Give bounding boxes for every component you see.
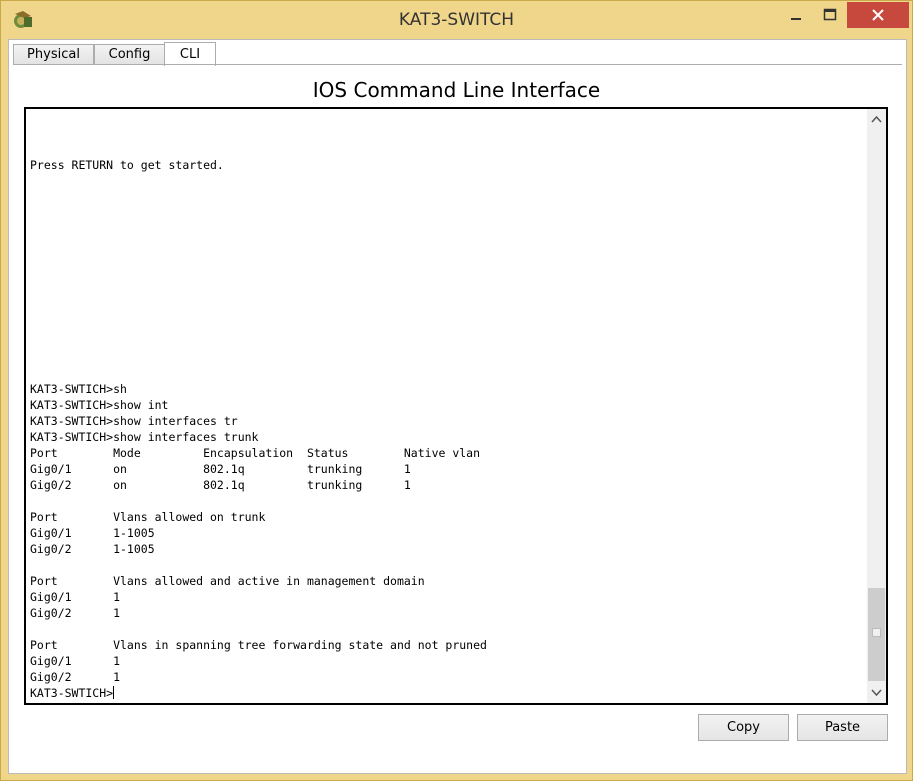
terminal-line: Port Vlans allowed and active in managem… [30, 574, 425, 588]
terminal-line: KAT3-SWTICH>sh [30, 382, 127, 396]
terminal-line: Port Vlans in spanning tree forwarding s… [30, 638, 487, 652]
tab-divider [13, 64, 902, 65]
terminal-line: Gig0/2 1 [30, 606, 121, 620]
tab-cli[interactable]: CLI [164, 42, 216, 66]
maximize-icon [823, 8, 837, 21]
close-icon [872, 9, 884, 21]
terminal-line: Gig0/1 1-1005 [30, 526, 155, 540]
terminal-line: Press RETURN to get started. [30, 158, 224, 172]
terminal-line: Gig0/1 on 802.1q trunking 1 [30, 462, 411, 476]
tab-config[interactable]: Config [94, 44, 165, 65]
cli-terminal[interactable]: Press RETURN to get started. KAT3-SWTICH>… [24, 107, 888, 705]
vertical-scrollbar[interactable] [867, 109, 886, 703]
tab-physical[interactable]: Physical [13, 44, 94, 65]
page-title: IOS Command Line Interface [312, 78, 601, 102]
terminal-line: Gig0/2 1-1005 [30, 542, 155, 556]
client-area: Physical Config CLI IOS Command Line Int… [8, 39, 907, 774]
title-bar[interactable]: KAT3-SWITCH [1, 1, 912, 39]
minimize-button[interactable] [779, 2, 813, 28]
text-cursor [113, 686, 115, 699]
minimize-icon [791, 18, 801, 20]
scrollbar-thumb[interactable] [868, 588, 885, 681]
terminal-line: KAT3-SWTICH>show interfaces tr [30, 414, 238, 428]
maximize-button[interactable] [813, 2, 847, 28]
terminal-output[interactable]: Press RETURN to get started. KAT3-SWTICH>… [30, 109, 866, 703]
window-title: KAT3-SWITCH [398, 10, 515, 30]
terminal-line: Port Mode Encapsulation Status Native vl… [30, 446, 481, 460]
terminal-line: Gig0/2 on 802.1q trunking 1 [30, 478, 411, 492]
scrollbar-grip [872, 628, 881, 637]
close-button[interactable] [847, 2, 909, 28]
terminal-line: Gig0/2 1 [30, 670, 121, 684]
terminal-line: KAT3-SWTICH>show interfaces trunk [30, 430, 259, 444]
chevron-up-icon [871, 115, 882, 123]
scroll-down-button[interactable] [867, 683, 886, 703]
copy-button[interactable]: Copy [698, 714, 789, 741]
terminal-line: Port Vlans allowed on trunk [30, 510, 266, 524]
chevron-down-icon [871, 689, 882, 697]
terminal-line: Gig0/1 1 [30, 590, 121, 604]
terminal-line: KAT3-SWTICH> [30, 686, 115, 700]
paste-button[interactable]: Paste [797, 714, 888, 741]
terminal-line: Gig0/1 1 [30, 654, 121, 668]
application-window: KAT3-SWITCH Physical Config CLI IOS Comm… [0, 0, 913, 781]
terminal-line: KAT3-SWTICH>show int [30, 398, 169, 412]
scroll-up-button[interactable] [867, 109, 886, 129]
